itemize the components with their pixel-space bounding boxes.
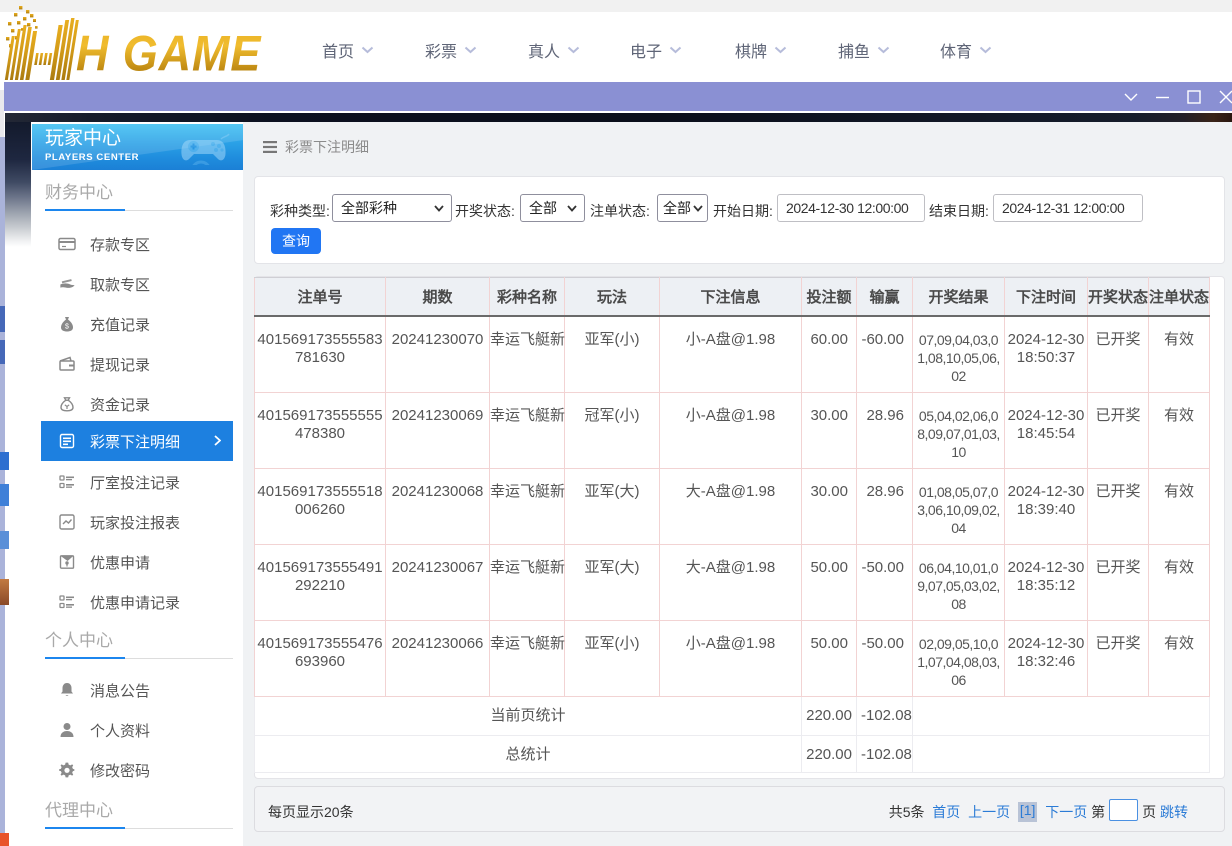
svg-text:H GAME: H GAME: [76, 26, 262, 82]
svg-text:$: $: [65, 324, 69, 331]
